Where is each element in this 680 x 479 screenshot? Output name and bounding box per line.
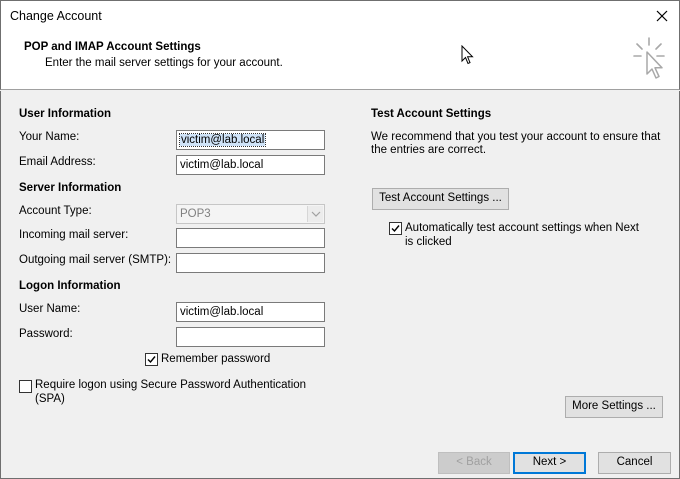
- account-type-dropdown-button: [307, 206, 323, 222]
- header-title: POP and IMAP Account Settings: [24, 41, 201, 53]
- password-field[interactable]: [176, 327, 325, 347]
- title-bar: Change Account: [0, 0, 680, 30]
- incoming-server-field[interactable]: [176, 228, 325, 248]
- your-name-value: victim@lab.local: [178, 133, 267, 147]
- spa-label-line2: (SPA): [35, 393, 65, 405]
- email-address-field[interactable]: victim@lab.local: [176, 155, 325, 175]
- close-button[interactable]: [651, 5, 673, 27]
- account-type-select: POP3: [176, 204, 325, 224]
- mouse-cursor-icon: [461, 45, 474, 65]
- account-type-value: POP3: [180, 208, 211, 220]
- click-cursor-logo-icon: [633, 37, 665, 79]
- incoming-server-label: Incoming mail server:: [19, 229, 129, 241]
- header-subtitle: Enter the mail server settings for your …: [45, 57, 283, 69]
- test-settings-heading: Test Account Settings: [371, 108, 492, 120]
- auto-test-label-line2: is clicked: [405, 236, 452, 248]
- your-name-label: Your Name:: [19, 131, 80, 143]
- test-account-settings-button[interactable]: Test Account Settings ...: [372, 188, 509, 210]
- content-panel: User Information Your Name: victim@lab.l…: [0, 91, 680, 479]
- spa-checkbox[interactable]: [19, 380, 32, 393]
- user-name-field[interactable]: victim@lab.local: [176, 302, 325, 322]
- email-address-label: Email Address:: [19, 156, 96, 168]
- remember-password-checkbox[interactable]: [145, 353, 158, 366]
- remember-password-label: Remember password: [161, 353, 271, 365]
- auto-test-label-line1: Automatically test account settings when…: [405, 222, 639, 234]
- checkmark-icon: [147, 356, 156, 364]
- server-info-heading: Server Information: [19, 182, 122, 194]
- checkmark-icon: [391, 225, 400, 233]
- close-icon: [656, 10, 668, 22]
- outgoing-server-label: Outgoing mail server (SMTP):: [19, 254, 172, 266]
- user-name-label: User Name:: [19, 303, 81, 315]
- next-button[interactable]: Next >: [513, 452, 586, 474]
- window-title: Change Account: [10, 9, 102, 23]
- cancel-button[interactable]: Cancel: [598, 452, 671, 474]
- password-label: Password:: [19, 328, 73, 340]
- user-info-heading: User Information: [19, 108, 112, 120]
- test-description-line2: the entries are correct.: [371, 144, 487, 156]
- logon-info-heading: Logon Information: [19, 280, 121, 292]
- more-settings-button[interactable]: More Settings ...: [565, 396, 663, 418]
- header-panel: POP and IMAP Account Settings Enter the …: [0, 30, 680, 90]
- auto-test-checkbox[interactable]: [389, 222, 402, 235]
- your-name-field[interactable]: victim@lab.local: [176, 130, 325, 150]
- account-type-label: Account Type:: [19, 205, 92, 217]
- back-button[interactable]: < Back: [438, 452, 510, 474]
- outgoing-server-field[interactable]: [176, 253, 325, 273]
- test-description-line1: We recommend that you test your account …: [371, 131, 661, 143]
- spa-label-line1: Require logon using Secure Password Auth…: [35, 379, 307, 391]
- chevron-down-icon: [311, 211, 320, 217]
